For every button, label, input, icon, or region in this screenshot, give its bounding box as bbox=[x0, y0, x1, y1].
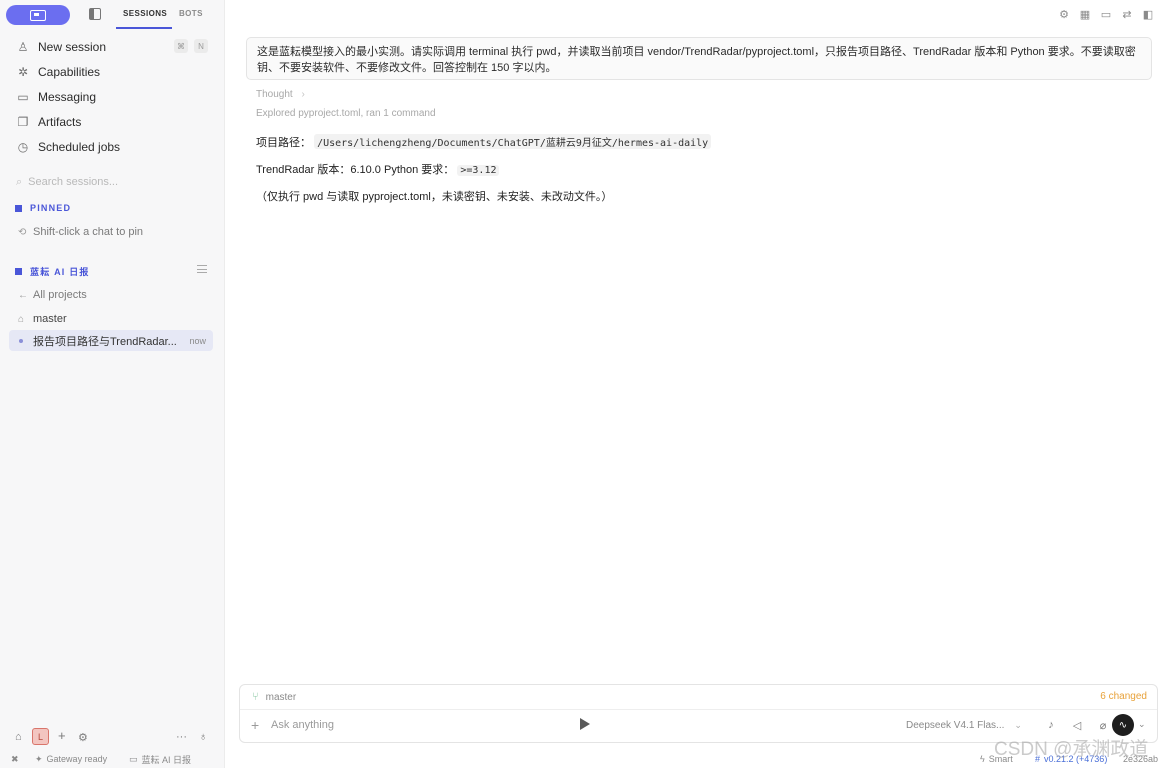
all-projects-link[interactable]: ← All projects bbox=[18, 289, 87, 301]
nav-label: Artifacts bbox=[38, 115, 82, 129]
nav-artifacts[interactable]: ❐ Artifacts bbox=[8, 111, 218, 133]
folder-icon: ▭ bbox=[129, 753, 138, 764]
close-icon[interactable]: ✖ bbox=[11, 754, 19, 765]
session-time: now bbox=[189, 335, 206, 346]
chevron-down-icon[interactable]: ⌄ bbox=[1138, 719, 1146, 730]
sidebar: SESSIONS BOTS ♙ New session ⌘ N ✲ Capabi… bbox=[0, 0, 225, 768]
path-label: 项目路径： bbox=[256, 137, 311, 149]
swap-icon[interactable]: ⇄ bbox=[1121, 8, 1133, 21]
mouse-cursor-icon bbox=[580, 718, 590, 730]
project-section-title: 蓝耘 AI 日报 bbox=[15, 265, 90, 278]
pin-hint: ⟲ Shift-click a chat to pin bbox=[18, 226, 143, 238]
search-placeholder: Search sessions... bbox=[28, 176, 119, 188]
user-message: 这是蓝耘模型接入的最小实测。请实际调用 terminal 执行 pwd，并读取当… bbox=[246, 37, 1152, 80]
pinned-label: PINNED bbox=[30, 203, 72, 213]
search-icon: ⌕ bbox=[16, 175, 23, 188]
microphone-icon[interactable]: ♪ bbox=[1044, 718, 1058, 732]
settings-icon[interactable]: ⚙ bbox=[78, 731, 88, 744]
sidebar-footer: ⌂ L + ⚙ ··· ♁ bbox=[0, 728, 225, 746]
all-projects-label: All projects bbox=[33, 289, 87, 301]
clock-icon: ◷ bbox=[17, 140, 29, 154]
layout-icon[interactable]: ▦ bbox=[1079, 8, 1091, 21]
path-code: /Users/lichengzheng/Documents/ChatGPT/蓝耕… bbox=[314, 134, 712, 149]
home-icon: ⌂ bbox=[18, 313, 25, 325]
list-view-icon[interactable] bbox=[197, 265, 207, 273]
model-select[interactable]: Deepseek V4.1 Flas... ⌄ bbox=[906, 720, 1022, 731]
avatar[interactable]: L bbox=[32, 728, 49, 745]
branch-label: master bbox=[33, 313, 67, 325]
composer-divider bbox=[240, 709, 1157, 710]
tab-sessions[interactable]: SESSIONS bbox=[123, 9, 167, 18]
section-marker bbox=[15, 268, 22, 275]
message-input[interactable]: Ask anything bbox=[271, 719, 334, 731]
speaker-mute-icon[interactable]: ◁ bbox=[1070, 718, 1084, 732]
home-icon[interactable]: ⌂ bbox=[15, 731, 22, 743]
changed-badge[interactable]: 6 changed bbox=[1100, 691, 1147, 702]
file-icon: ❐ bbox=[17, 115, 29, 129]
composer-branch-label: master bbox=[265, 691, 297, 703]
gateway-label: Gateway ready bbox=[46, 754, 108, 764]
nav-new-session[interactable]: ♙ New session ⌘ N bbox=[8, 36, 218, 58]
python-req-code: >=3.12 bbox=[457, 165, 500, 176]
chat-icon: ▭ bbox=[17, 90, 29, 104]
arrow-left-icon: ← bbox=[18, 289, 28, 301]
gateway-status: ✦ Gateway ready bbox=[35, 754, 107, 765]
section-marker bbox=[15, 204, 22, 212]
more-icon[interactable]: ··· bbox=[176, 731, 187, 743]
bolt-icon: ✦ bbox=[35, 753, 43, 764]
session-dot bbox=[19, 338, 23, 343]
lightbulb-icon[interactable]: ♁ bbox=[199, 731, 207, 743]
pin-hint-text: Shift-click a chat to pin bbox=[33, 226, 144, 238]
nav-scheduled-jobs[interactable]: ◷ Scheduled jobs bbox=[8, 136, 218, 158]
answer-path-line: 项目路径： /Users/lichengzheng/Documents/Chat… bbox=[256, 134, 712, 150]
chevron-right-icon: › bbox=[301, 89, 305, 100]
nav-label: Capabilities bbox=[38, 65, 101, 79]
attach-icon[interactable]: + bbox=[251, 717, 259, 733]
voice-send-button[interactable]: ∿ bbox=[1112, 714, 1134, 736]
chevron-down-icon: ⌄ bbox=[1014, 720, 1022, 730]
capabilities-icon: ✲ bbox=[17, 65, 29, 79]
project-status-label: 蓝耘 AI 日报 bbox=[141, 754, 192, 765]
comment-icon[interactable]: ▭ bbox=[1100, 8, 1112, 21]
project-status[interactable]: ▭ 蓝耘 AI 日报 bbox=[129, 753, 191, 766]
pin-icon: ⟲ bbox=[18, 226, 27, 238]
toggle-sidebar-icon[interactable] bbox=[89, 8, 101, 20]
thought-toggle[interactable]: Thought › bbox=[256, 89, 305, 100]
mic-off-icon[interactable]: ⌀ bbox=[1096, 718, 1110, 732]
sidebar-topbar: SESSIONS BOTS bbox=[0, 0, 224, 30]
session-title: 报告项目路径与TrendRadar... bbox=[33, 335, 177, 348]
project-label: 蓝耘 AI 日报 bbox=[30, 267, 90, 277]
thought-label: Thought bbox=[256, 89, 293, 100]
nav-messaging[interactable]: ▭ Messaging bbox=[8, 86, 218, 108]
bolt-icon: ϟ bbox=[980, 754, 985, 764]
nav-label: New session bbox=[38, 40, 107, 54]
nav-capabilities[interactable]: ✲ Capabilities bbox=[8, 61, 218, 83]
add-icon[interactable]: + bbox=[58, 728, 66, 743]
user-icon: ♙ bbox=[17, 40, 29, 54]
watermark: CSDN @承渊政道 bbox=[994, 739, 1149, 760]
shortcut-cmd: ⌘ bbox=[174, 39, 188, 53]
answer-note: （仅执行 pwd 与读取 pyproject.toml，未读密钥、未安装、未改动… bbox=[256, 191, 613, 203]
pinned-section-title: PINNED bbox=[15, 203, 71, 213]
tab-active-indicator bbox=[116, 27, 172, 29]
panel-right-icon[interactable]: ◧ bbox=[1142, 8, 1154, 21]
branch-item-master[interactable]: ⌂ master bbox=[18, 313, 67, 325]
settings-icon[interactable]: ⚙ bbox=[1058, 8, 1070, 21]
shortcut-n: N bbox=[194, 39, 208, 53]
composer-branch[interactable]: ⑂ master bbox=[252, 691, 296, 703]
nav-label: Messaging bbox=[38, 90, 97, 104]
app-switcher-button[interactable] bbox=[6, 5, 70, 25]
git-branch-icon: ⑂ bbox=[252, 691, 259, 703]
version-text: TrendRadar 版本：6.10.0 Python 要求： bbox=[256, 164, 455, 176]
composer-icons: ♪ ◁ ⌀ bbox=[1044, 718, 1110, 732]
toolbar-icons: ⚙ ▦ ▭ ⇄ ◧ bbox=[1058, 8, 1154, 21]
screen-icon bbox=[30, 9, 46, 21]
nav-label: Scheduled jobs bbox=[38, 140, 121, 154]
explored-summary[interactable]: Explored pyproject.toml, ran 1 command bbox=[256, 108, 436, 119]
search-sessions-input[interactable]: ⌕ Search sessions... bbox=[16, 174, 206, 190]
model-label: Deepseek V4.1 Flas... bbox=[906, 720, 1005, 731]
session-item[interactable]: 报告项目路径与TrendRadar... now bbox=[9, 330, 213, 351]
tab-bots[interactable]: BOTS bbox=[179, 9, 203, 18]
answer-version-line: TrendRadar 版本：6.10.0 Python 要求： >=3.12 bbox=[256, 161, 500, 177]
